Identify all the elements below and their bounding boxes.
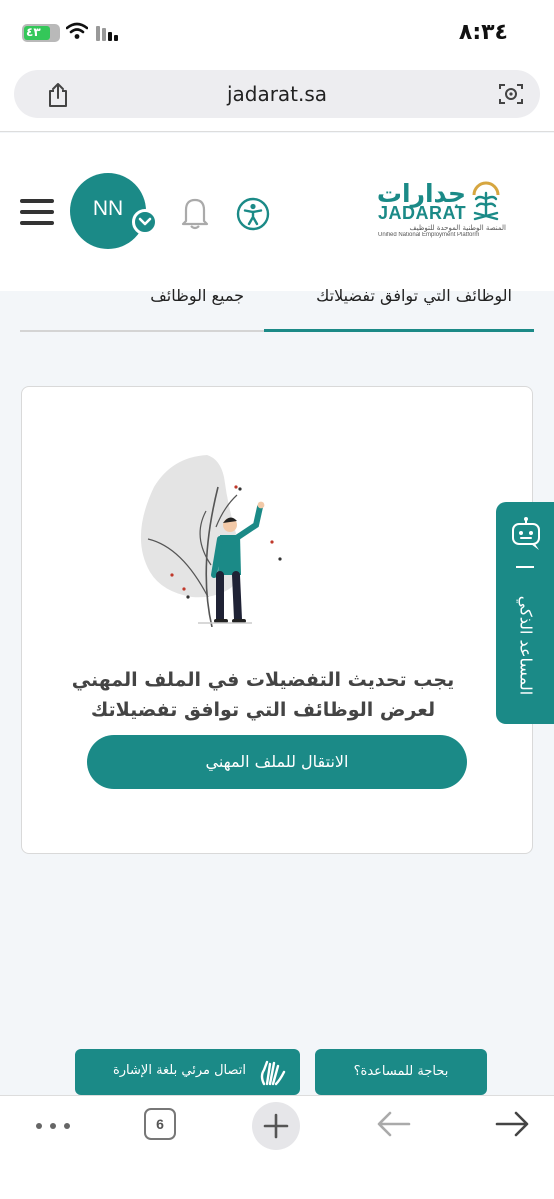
battery-icon: ٤٣ [22,24,60,42]
need-help-button[interactable]: بحاجة للمساعدة؟ [315,1049,487,1095]
cellular-signal-icon [96,24,118,41]
wifi-icon [66,22,88,39]
jadarat-logo[interactable]: جدارات JADARAT المنصة الوطنية الموحدة لل… [376,179,506,243]
accessibility-icon[interactable] [236,197,270,231]
clock: ٨:٣٤ [458,20,508,45]
tab-all-jobs[interactable]: جميع الوظائف [150,286,244,305]
account-dropdown-button[interactable] [132,209,158,235]
empty-state-card: يجب تحديث التفضيلات في الملف المهني لعرض… [21,386,533,854]
back-arrow-icon[interactable] [376,1110,412,1138]
assistant-divider [516,566,534,568]
address-bar[interactable]: jadarat.sa [14,70,540,118]
message-line-1: يجب تحديث التفضيلات في الملف المهني [71,669,455,691]
smart-assistant-tab[interactable]: المساعد الذكي [496,502,554,724]
tab-matching-jobs[interactable]: الوظائف التي توافق تفضيلاتك [316,286,512,305]
chat-bot-icon [512,517,540,550]
hamburger-menu-icon[interactable] [20,199,54,225]
new-tab-button[interactable] [252,1102,300,1150]
logo-emblem-icon [472,181,500,221]
tabs-count-button[interactable]: 6 [144,1108,176,1140]
sign-language-hand-icon [260,1060,286,1086]
go-to-profile-button[interactable]: الانتقال للملف المهني [87,735,467,789]
page-camera-icon[interactable] [498,82,524,106]
update-preferences-message: يجب تحديث التفضيلات في الملف المهني لعرض… [42,665,484,725]
assistant-label-container: المساعد الذكي [502,594,548,720]
logo-subtitle-english: Unified National Employment Platform [378,232,480,238]
active-tab-indicator [264,329,534,332]
plus-icon [263,1113,289,1139]
more-options-icon[interactable] [34,1120,72,1132]
user-avatar[interactable]: NN [70,173,146,249]
person-waving-illustration [140,455,282,627]
browser-toolbar: 6 [0,1095,554,1199]
jobs-tabs: الوظائف التي توافق تفضيلاتك جميع الوظائف [20,284,534,332]
sign-language-call-button[interactable]: اتصال مرئي بلغة الإشارة [75,1049,300,1095]
url-text[interactable]: jadarat.sa [14,82,540,106]
logo-subtitle-arabic: المنصة الوطنية الموحدة للتوظيف [409,224,507,232]
sign-language-label: اتصال مرئي بلغة الإشارة [112,1063,246,1078]
notification-bell-icon[interactable] [178,195,212,231]
assistant-label: المساعد الذكي [516,595,536,696]
browser-address-area: jadarat.sa [0,62,554,132]
site-header: NN جدارات JADARAT المنصة الوطنية الموحدة… [0,133,554,291]
chevron-down-icon [138,217,152,226]
logo-english-text: JADARAT [378,203,467,223]
message-line-2: لعرض الوظائف التي توافق تفضيلاتك [90,699,436,721]
status-bar: ٨:٣٤ ٤٣ [0,0,554,62]
battery-level: ٤٣ [26,25,41,39]
forward-arrow-icon[interactable] [494,1110,530,1138]
